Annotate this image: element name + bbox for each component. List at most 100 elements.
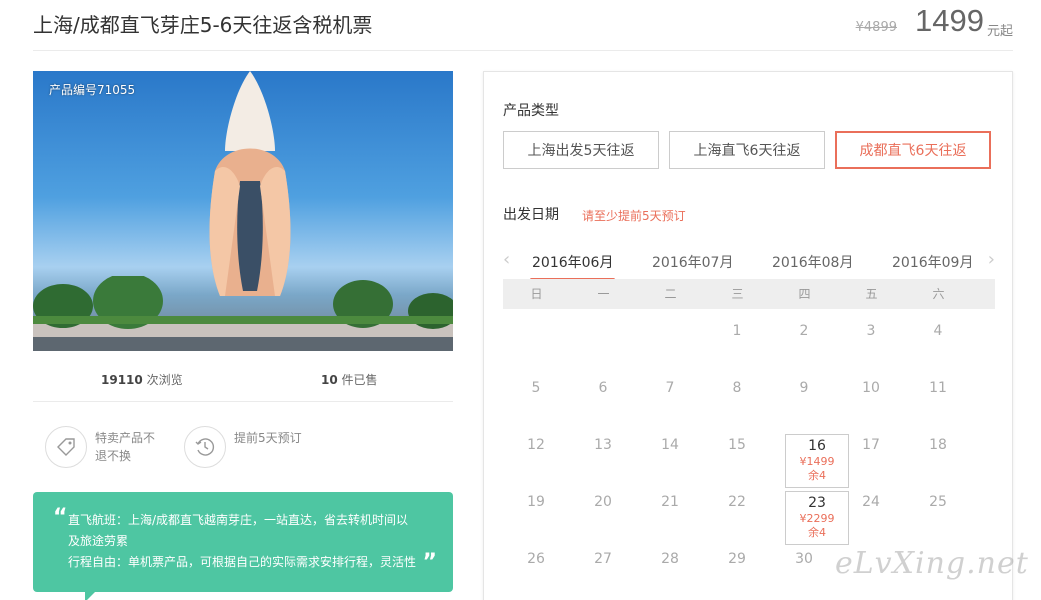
weekday-label: 五 — [865, 287, 878, 301]
calendar-day: 4 — [905, 312, 971, 367]
product-stats: 19110 次浏览 10 件已售 — [33, 360, 453, 402]
day-number: 9 — [799, 380, 809, 396]
booking-panel: 产品类型 上海出发5天往返 上海直飞6天往返 成都直飞6天往返 出发日期 请至少… — [483, 71, 1013, 600]
close-quote-icon: ” — [422, 550, 437, 575]
day-number: 20 — [594, 494, 612, 510]
tab-month-06[interactable]: 2016年06月 — [529, 252, 616, 281]
product-photo: 产品编号71055 — [33, 71, 453, 351]
quote-line: 直飞航班：上海/成都直飞越南芽庄，一站直达，省去转机时间以 — [68, 513, 409, 527]
departure-date-title: 出发日期 — [503, 207, 559, 223]
sold-label: 件已售 — [341, 373, 378, 387]
calendar-day: 3 — [838, 312, 904, 367]
views-count: 19110 — [101, 373, 143, 387]
day-number: 13 — [594, 437, 612, 453]
day-number: 27 — [594, 551, 612, 567]
day-number: 29 — [728, 551, 746, 567]
day-number: 24 — [862, 494, 880, 510]
chevron-right-icon[interactable]: › — [988, 249, 995, 270]
calendar-day: 26 — [503, 540, 569, 595]
day-number: 8 — [732, 380, 742, 396]
calendar-day: 18 — [905, 426, 971, 481]
day-number: 15 — [728, 437, 746, 453]
weekday-label: 六 — [932, 287, 945, 301]
weekday-label: 二 — [664, 287, 677, 301]
feature-book-ahead: 提前5天预订 — [184, 426, 304, 468]
weekday-label: 三 — [731, 287, 744, 301]
title-row: 上海/成都直飞芽庄5-6天往返含税机票 ¥4899 1499 元起 — [33, 0, 1013, 51]
quote-line: 及旅途劳累 — [68, 534, 129, 548]
calendar-day: 5 — [503, 369, 569, 424]
tab-month-07[interactable]: 2016年07月 — [652, 252, 733, 272]
quote-line: 行程自由：单机票产品，可根据自己的实际需求安排行程，灵活性 — [68, 555, 417, 569]
day-number: 17 — [862, 437, 880, 453]
calendar-day: 25 — [905, 483, 971, 538]
clock-history-icon — [184, 426, 226, 468]
feature-no-refund: 特卖产品不退不换 — [45, 426, 165, 468]
open-quote-icon: “ — [53, 505, 68, 530]
calendar-day: 8 — [704, 369, 770, 424]
watermark: eLvXing.net — [835, 546, 1029, 581]
chevron-left-icon[interactable]: ‹ — [503, 249, 510, 270]
views-stat: 19110 次浏览 — [101, 371, 183, 388]
calendar-day: 30 — [771, 540, 837, 595]
calendar-day: 27 — [570, 540, 636, 595]
day-number: 22 — [728, 494, 746, 510]
day-number: 5 — [531, 380, 541, 396]
price-unit: 元起 — [986, 24, 1013, 39]
original-price: ¥4899 — [855, 20, 897, 35]
sold-count: 10 — [321, 373, 338, 387]
day-number: 14 — [661, 437, 679, 453]
feature-text: 特卖产品不退不换 — [95, 431, 156, 463]
calendar-day: 20 — [570, 483, 636, 538]
type-option-shanghai-6d[interactable]: 上海直飞6天往返 — [669, 131, 825, 169]
current-price: 1499 — [915, 3, 984, 38]
day-number: 19 — [527, 494, 545, 510]
type-option-chengdu-6d[interactable]: 成都直飞6天往返 — [835, 131, 991, 169]
type-option-shanghai-5d[interactable]: 上海出发5天往返 — [503, 131, 659, 169]
tab-month-08[interactable]: 2016年08月 — [772, 252, 853, 272]
calendar-day: 15 — [704, 426, 770, 481]
day-number: 1 — [732, 323, 742, 339]
weekday-label: 四 — [798, 287, 811, 301]
calendar-day: 12 — [503, 426, 569, 481]
calendar-day: 6 — [570, 369, 636, 424]
weekday-label: 日 — [530, 287, 543, 301]
calendar-day: 10 — [838, 369, 904, 424]
day-number: 3 — [866, 323, 876, 339]
calendar-day: 1 — [704, 312, 770, 367]
calendar-day: 13 — [570, 426, 636, 481]
day-number: 25 — [929, 494, 947, 510]
calendar-day: 28 — [637, 540, 703, 595]
tag-icon — [45, 426, 87, 468]
page-title: 上海/成都直飞芽庄5-6天往返含税机票 — [33, 13, 373, 37]
day-number: 28 — [661, 551, 679, 567]
day-number: 4 — [933, 323, 943, 339]
day-number: 6 — [598, 380, 608, 396]
sold-stat: 10 件已售 — [321, 371, 378, 388]
calendar-day: 21 — [637, 483, 703, 538]
calendar-day: 7 — [637, 369, 703, 424]
day-number: 21 — [661, 494, 679, 510]
calendar-day: 24 — [838, 483, 904, 538]
day-number: 26 — [527, 551, 545, 567]
day-number: 7 — [665, 380, 675, 396]
calendar-day: 9 — [771, 369, 837, 424]
product-type-title: 产品类型 — [503, 103, 559, 119]
weekday-header: 日 一 二 三 四 五 六 — [503, 279, 995, 309]
month-tabs: ‹ 2016年06月 2016年07月 2016年08月 2016年09月 › — [503, 247, 995, 281]
calendar-day: 17 — [838, 426, 904, 481]
lotus-tower-icon — [209, 71, 291, 296]
product-id: 产品编号71055 — [49, 83, 136, 97]
views-label: 次浏览 — [146, 373, 183, 387]
calendar-day: 14 — [637, 426, 703, 481]
highlights-quote: “ 直飞航班：上海/成都直飞越南芽庄，一站直达，省去转机时间以 及旅途劳累 行程… — [33, 492, 453, 600]
day-number: 11 — [929, 380, 947, 396]
feature-text: 提前5天预订 — [234, 431, 302, 445]
tab-month-09[interactable]: 2016年09月 — [892, 252, 973, 272]
calendar-day: 22 — [704, 483, 770, 538]
day-number: 12 — [527, 437, 545, 453]
quote-tail — [85, 592, 95, 600]
calendar-day: 11 — [905, 369, 971, 424]
day-number: 30 — [795, 551, 813, 567]
day-number: 10 — [862, 380, 880, 396]
